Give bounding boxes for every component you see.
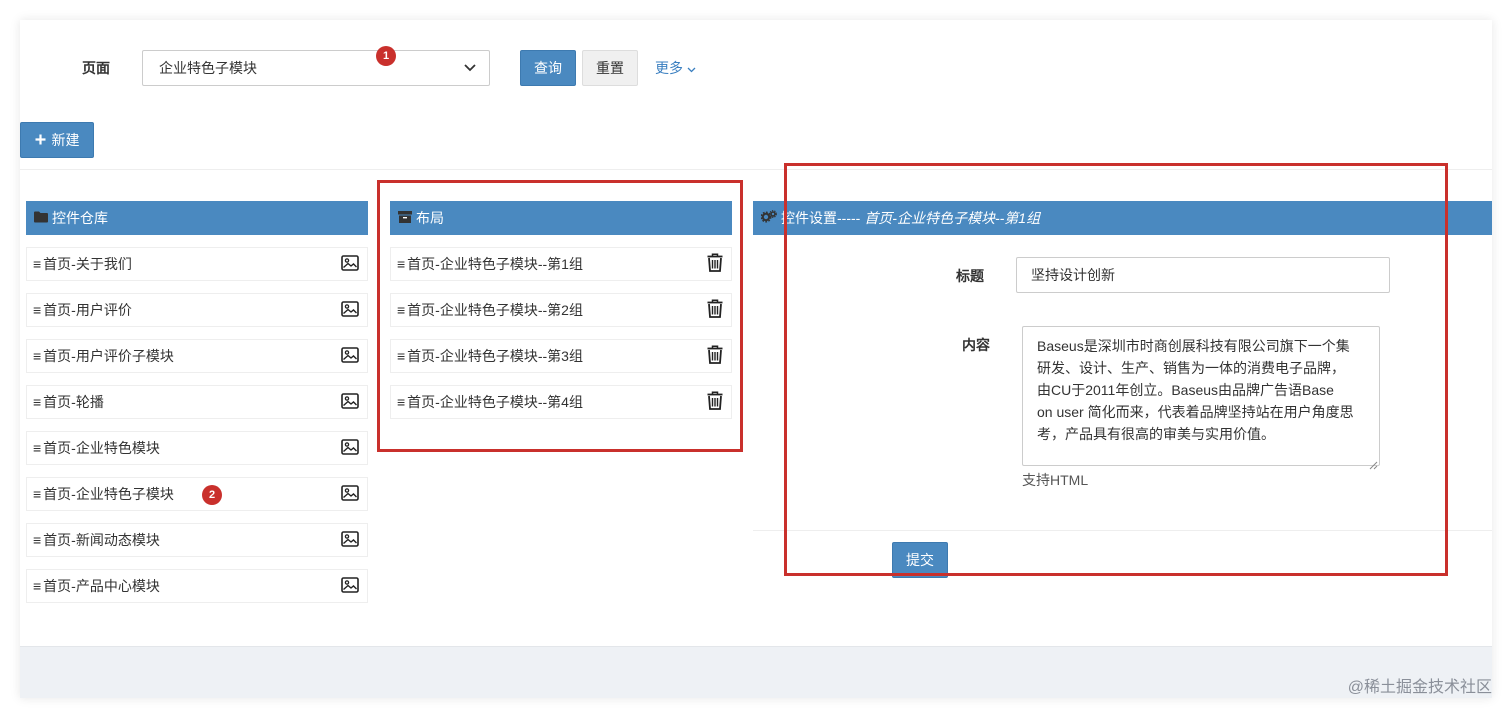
trash-icon[interactable] [707, 299, 723, 321]
drag-handle-icon[interactable]: ≡ [33, 348, 41, 364]
widget-item[interactable]: ≡ 首页-用户评价 [26, 293, 368, 327]
title-input[interactable]: 坚持设计创新 [1016, 257, 1390, 293]
widget-item[interactable]: ≡ 首页-新闻动态模块 [26, 523, 368, 557]
drag-handle-icon[interactable]: ≡ [33, 532, 41, 548]
chevron-down-icon [687, 60, 696, 76]
layout-item[interactable]: ≡ 首页-企业特色子模块--第1组 [390, 247, 732, 281]
widget-item-label: 首页-新闻动态模块 [43, 532, 160, 548]
annotation-badge-1: 1 [376, 46, 396, 66]
drag-handle-icon[interactable]: ≡ [397, 302, 405, 318]
more-link[interactable]: 更多 [655, 58, 696, 78]
layout-title: 布局 [416, 210, 444, 226]
image-icon[interactable] [341, 346, 359, 366]
drag-handle-icon[interactable]: ≡ [33, 302, 41, 318]
layout-item[interactable]: ≡ 首页-企业特色子模块--第4组 [390, 385, 732, 419]
watermark: @稀土掘金技术社区 [1347, 679, 1492, 696]
widget-item-label: 首页-用户评价子模块 [43, 348, 174, 364]
layout-item-label: 首页-企业特色子模块--第1组 [407, 256, 583, 272]
widget-library-title: 控件仓库 [52, 210, 108, 226]
new-button[interactable]: 新建 [20, 122, 94, 158]
content-line: 由CU于2011年创立。Baseus由品牌广告语Base [1037, 382, 1334, 398]
layout-header: 布局 [390, 201, 732, 235]
content-line: 考，产品具有很高的审美与实用价值。 [1037, 426, 1275, 442]
drag-handle-icon[interactable]: ≡ [33, 440, 41, 456]
image-icon[interactable] [341, 576, 359, 596]
submit-button[interactable]: 提交 [892, 542, 948, 578]
archive-icon [398, 210, 412, 226]
plus-icon [35, 132, 46, 148]
folder-icon [34, 210, 48, 226]
widget-item-label: 首页-关于我们 [43, 256, 132, 272]
widget-item-label: 首页-企业特色子模块 [43, 486, 174, 502]
new-button-label: 新建 [51, 132, 80, 148]
trash-icon[interactable] [707, 253, 723, 275]
image-icon[interactable] [341, 484, 359, 504]
widget-item-label: 首页-企业特色模块 [43, 440, 160, 456]
gears-icon [760, 210, 777, 226]
settings-title-prefix: 控件设置----- [781, 210, 861, 226]
content-line: Baseus是深圳市时商创展科技有限公司旗下一个集 [1037, 338, 1350, 354]
layout-item-label: 首页-企业特色子模块--第2组 [407, 302, 583, 318]
image-icon[interactable] [341, 438, 359, 458]
layout-item-label: 首页-企业特色子模块--第4组 [407, 394, 583, 410]
drag-handle-icon[interactable]: ≡ [397, 348, 405, 364]
reset-button[interactable]: 重置 [582, 50, 638, 86]
drag-handle-icon[interactable]: ≡ [33, 394, 41, 410]
widget-item-label: 首页-轮播 [43, 394, 104, 410]
widget-item[interactable]: ≡ 首页-产品中心模块 [26, 569, 368, 603]
widget-item[interactable]: ≡ 首页-企业特色子模块 [26, 477, 368, 511]
drag-handle-icon[interactable]: ≡ [397, 394, 405, 410]
widget-item[interactable]: ≡ 首页-关于我们 [26, 247, 368, 281]
widget-item[interactable]: ≡ 首页-轮播 [26, 385, 368, 419]
layout-item-label: 首页-企业特色子模块--第3组 [407, 348, 583, 364]
page-select-value: 企业特色子模块 [159, 60, 257, 76]
content-line: 研发、设计、生产、销售为一体的消费电子品牌， [1037, 360, 1345, 376]
widget-item-label: 首页-产品中心模块 [43, 578, 160, 594]
widget-item-label: 首页-用户评价 [43, 302, 132, 318]
content-field-label: 内容 [962, 337, 990, 353]
title-input-value: 坚持设计创新 [1031, 267, 1115, 283]
drag-handle-icon[interactable]: ≡ [397, 256, 405, 272]
image-icon[interactable] [341, 392, 359, 412]
query-button[interactable]: 查询 [520, 50, 576, 86]
resize-grip-icon[interactable] [1368, 454, 1378, 470]
widget-library-header: 控件仓库 [26, 201, 368, 235]
annotation-badge-2: 2 [202, 485, 222, 505]
widget-item[interactable]: ≡ 首页-企业特色模块 [26, 431, 368, 465]
image-icon[interactable] [341, 300, 359, 320]
layout-item[interactable]: ≡ 首页-企业特色子模块--第2组 [390, 293, 732, 327]
drag-handle-icon[interactable]: ≡ [33, 578, 41, 594]
chevron-down-icon [463, 61, 477, 75]
settings-header: 控件设置----- 首页-企业特色子模块--第1组 [753, 201, 1492, 235]
page-filter-label: 页面 [82, 60, 110, 76]
drag-handle-icon[interactable]: ≡ [33, 256, 41, 272]
settings-title-target: 首页-企业特色子模块--第1组 [864, 210, 1041, 226]
more-link-label: 更多 [655, 60, 683, 76]
image-icon[interactable] [341, 254, 359, 274]
trash-icon[interactable] [707, 345, 723, 367]
image-icon[interactable] [341, 530, 359, 550]
section-divider [20, 169, 1492, 170]
page-select[interactable]: 企业特色子模块 [142, 50, 490, 86]
form-divider [753, 530, 1492, 531]
app-frame: 页面 企业特色子模块 1 查询 重置 更多 新建 控件仓库 ≡ 首页-关于我们 ≡… [20, 20, 1492, 698]
content-textarea[interactable]: Baseus是深圳市时商创展科技有限公司旗下一个集 研发、设计、生产、销售为一体… [1022, 326, 1380, 470]
footer-strip [20, 646, 1492, 698]
drag-handle-icon[interactable]: ≡ [33, 486, 41, 502]
trash-icon[interactable] [707, 391, 723, 413]
layout-item[interactable]: ≡ 首页-企业特色子模块--第3组 [390, 339, 732, 373]
widget-item[interactable]: ≡ 首页-用户评价子模块 [26, 339, 368, 373]
content-help-text: 支持HTML [1022, 472, 1089, 488]
content-line: on user 简化而来，代表着品牌坚持站在用户角度思 [1037, 404, 1354, 420]
title-field-label: 标题 [956, 268, 984, 284]
